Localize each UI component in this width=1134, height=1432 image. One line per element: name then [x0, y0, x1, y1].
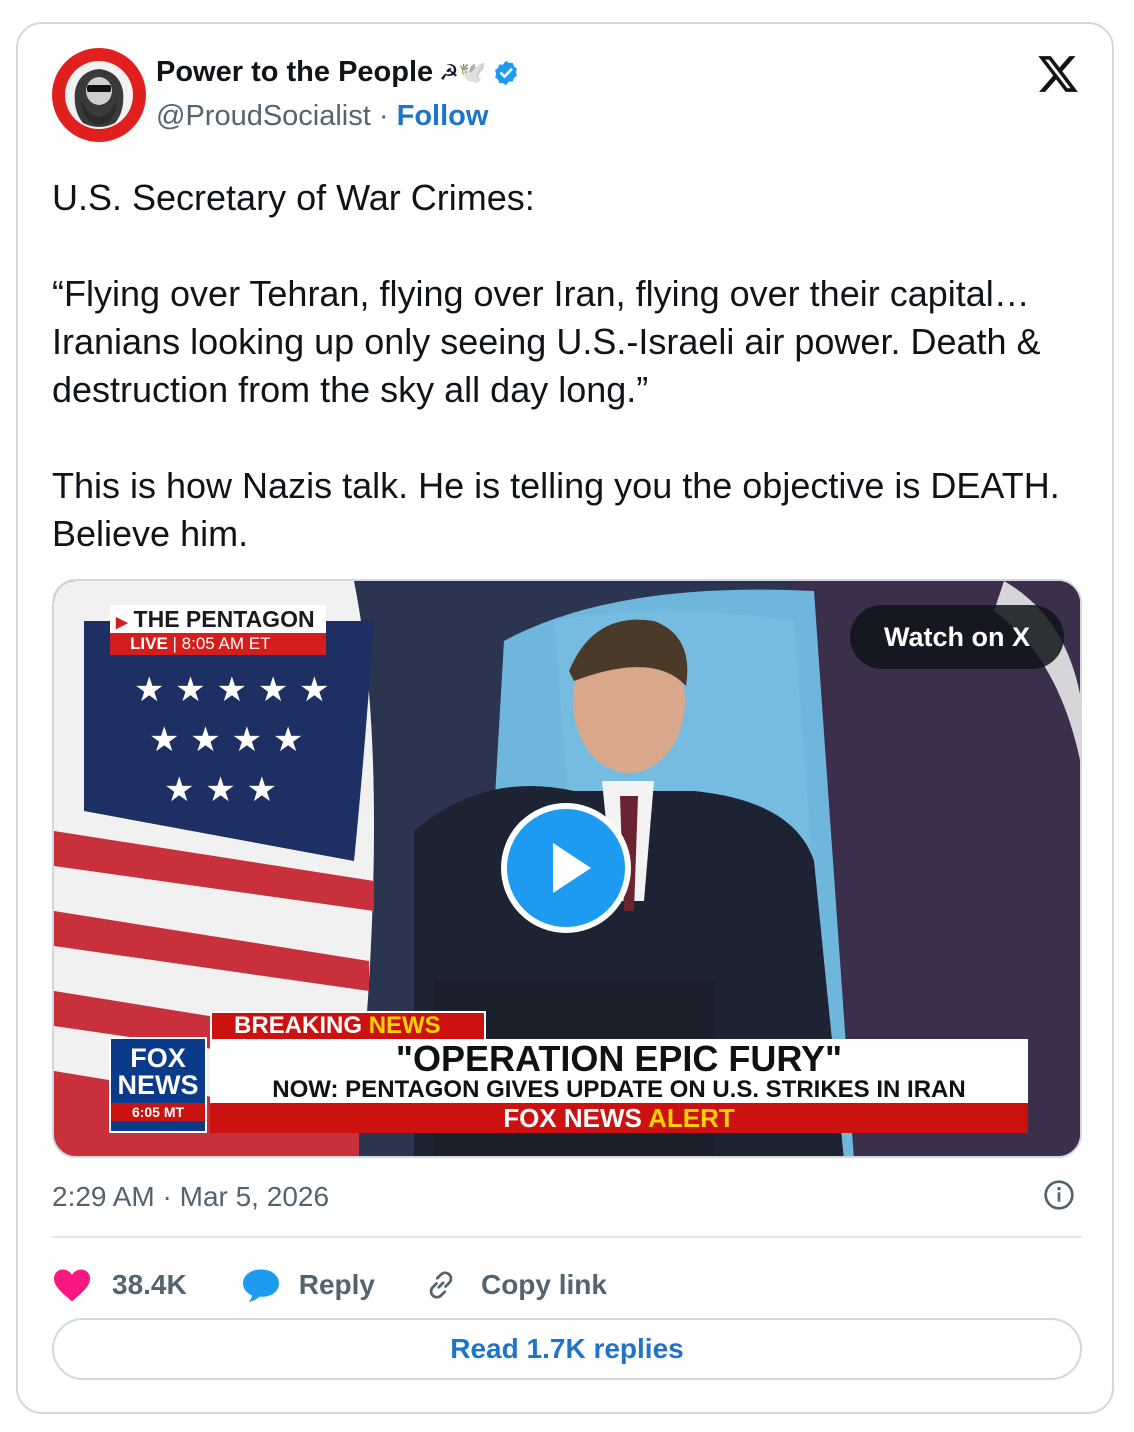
watch-on-x-button[interactable]: Watch on X — [850, 605, 1064, 669]
chyron-title: "OPERATION EPIC FURY" — [395, 1038, 843, 1079]
reply-bubble-icon — [242, 1269, 279, 1302]
avatar-portrait — [65, 61, 133, 129]
fox-news-logo: FOX NEWS 6:05 MT — [109, 1037, 207, 1133]
play-button[interactable] — [501, 803, 631, 933]
verified-badge-icon — [495, 60, 518, 85]
like-count: 38.4K — [112, 1269, 187, 1300]
live-label: LIVE — [130, 634, 168, 653]
network-bottom: NEWS — [117, 1070, 199, 1100]
post-paragraph: This is how Nazis talk. He is telling yo… — [52, 465, 1060, 554]
handle-separator: · — [378, 100, 389, 132]
source-label: THE PENTAGON — [133, 606, 315, 632]
copy-link-button[interactable]: Copy link — [423, 1267, 607, 1303]
post-paragraph: “Flying over Tehran, flying over Iran, f… — [52, 273, 1041, 410]
read-replies-button[interactable]: Read 1.7K replies — [52, 1318, 1082, 1380]
svg-text:★ ★ ★ ★: ★ ★ ★ ★ — [149, 720, 303, 760]
link-icon — [429, 1271, 453, 1299]
follow-button[interactable]: Follow — [397, 100, 489, 132]
author-handle-row: @ProudSocialist · Follow — [156, 100, 488, 133]
breaking-label: BREAKING — [234, 1012, 363, 1039]
reply-label: Reply — [298, 1269, 375, 1300]
breaking-news-banner: BREAKING NEWS — [210, 1011, 486, 1041]
like-button[interactable]: 38.4K — [52, 1267, 187, 1303]
embedded-post-card: Power to the People ☭🕊️ @ProudSocialist … — [16, 22, 1114, 1414]
live-time: 8:05 AM ET — [181, 634, 271, 653]
author-handle[interactable]: @ProudSocialist — [156, 100, 371, 132]
live-divider: | — [167, 634, 182, 653]
author-display-name[interactable]: Power to the People — [156, 56, 433, 89]
x-logo-icon[interactable] — [1035, 52, 1081, 96]
breaking-news-label: NEWS — [368, 1012, 441, 1039]
action-bar: 38.4K Reply Copy link — [52, 1260, 607, 1310]
video-player[interactable]: ★ ★ ★ ★ ★ ★ ★ ★ ★ ★ ★ ★ ▶ THE PENTAGON LI… — [52, 579, 1082, 1158]
alert-network: FOX NEWS — [503, 1103, 642, 1133]
author-avatar[interactable] — [52, 48, 146, 142]
network-time: 6:05 MT — [111, 1103, 205, 1121]
network-top: FOX — [130, 1043, 186, 1073]
live-source-bug: ▶ THE PENTAGON LIVE | 8:05 AM ET — [110, 605, 326, 655]
divider — [52, 1236, 1082, 1238]
svg-text:★ ★ ★ ★ ★: ★ ★ ★ ★ ★ — [134, 670, 330, 710]
author-name-row[interactable]: Power to the People ☭🕊️ — [156, 56, 520, 89]
post-paragraph: U.S. Secretary of War Crimes: — [52, 177, 535, 218]
chyron-subtitle: NOW: PENTAGON GIVES UPDATE ON U.S. STRIK… — [272, 1076, 966, 1103]
info-icon[interactable] — [1043, 1179, 1075, 1211]
reply-button[interactable]: Reply — [241, 1267, 375, 1303]
chyron-headline: "OPERATION EPIC FURY" NOW: PENTAGON GIVE… — [210, 1039, 1028, 1103]
play-triangle-icon: ▶ — [116, 614, 128, 631]
alert-word: ALERT — [648, 1103, 735, 1133]
heart-icon — [54, 1269, 90, 1302]
post-timestamp[interactable]: 2:29 AM · Mar 5, 2026 — [52, 1181, 329, 1213]
svg-text:★ ★ ★: ★ ★ ★ — [164, 770, 277, 810]
fox-news-alert-bar: FOX NEWS ALERT — [210, 1103, 1028, 1133]
play-icon — [553, 843, 591, 893]
copy-link-label: Copy link — [480, 1269, 607, 1300]
author-name-emoji: ☭🕊️ — [439, 59, 487, 85]
post-text: U.S. Secretary of War Crimes: “Flying ov… — [52, 174, 1072, 558]
